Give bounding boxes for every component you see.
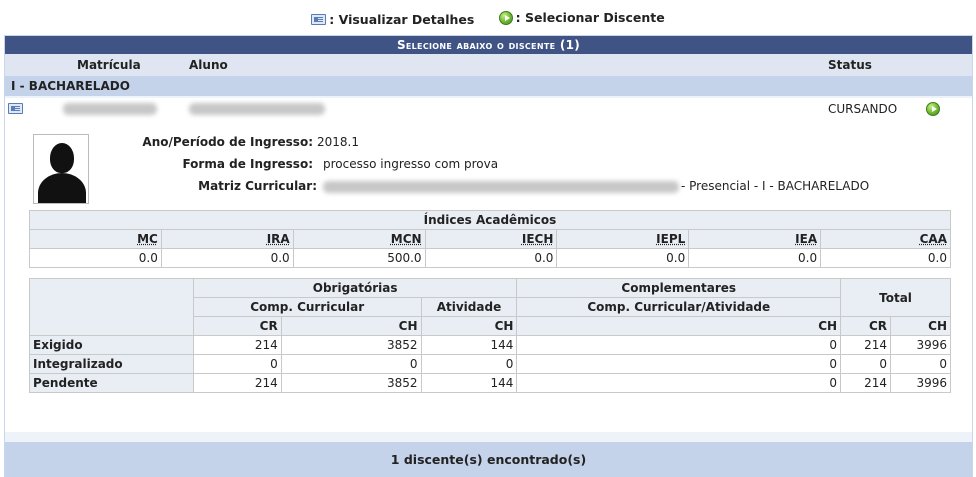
matricula-redacted xyxy=(63,103,157,115)
idx-iea: IEA xyxy=(795,232,818,246)
ch-comp-ch: CH xyxy=(516,316,842,336)
idx-iech-value: 0.0 xyxy=(424,248,558,268)
select-student-icon[interactable] xyxy=(926,102,940,116)
ch-tot-ch: CH xyxy=(890,316,951,336)
col-matricula: Matrícula xyxy=(77,58,141,72)
idx-ira: IRA xyxy=(266,232,290,246)
indices-title: Índices Acadêmicos xyxy=(29,210,951,230)
table-row: Integralizado 0 0 0 0 0 0 xyxy=(29,354,951,374)
student-photo xyxy=(33,134,89,204)
carga-horaria-table: Obrigatórias Complementares Total Comp. … xyxy=(29,278,951,393)
matriz-suffix: - Presencial - I - BACHARELADO xyxy=(681,179,870,193)
idx-caa-value: 0.0 xyxy=(820,248,951,268)
legend-details-label: : Visualizar Detalhes xyxy=(329,11,475,27)
idx-mc: MC xyxy=(137,232,158,246)
idx-iea-value: 0.0 xyxy=(688,248,822,268)
student-details: Ano/Período de Ingresso: 2018.1 Forma de… xyxy=(5,120,972,432)
view-details-icon[interactable] xyxy=(8,103,23,114)
col-aluno: Aluno xyxy=(189,58,228,72)
legend-details: : Visualizar Detalhes xyxy=(311,10,474,30)
legend-select-label: : Selecionar Discente xyxy=(515,10,665,25)
table-row: Pendente 214 3852 144 0 214 3996 xyxy=(29,373,951,393)
idx-iech: IECH xyxy=(521,232,554,246)
ingresso-value: 2018.1 xyxy=(317,135,359,149)
ch-corner xyxy=(29,278,194,336)
matriz-label: Matriz Curricular: xyxy=(198,179,317,193)
ch-cc-cr: CR xyxy=(192,316,282,336)
idx-mcn: MCN xyxy=(390,232,422,246)
matriz-redacted xyxy=(323,181,679,193)
ingresso-label: Ano/Período de Ingresso: xyxy=(142,135,313,149)
status-value: CURSANDO xyxy=(828,102,898,116)
idx-iepl-value: 0.0 xyxy=(556,248,690,268)
indices-header-row: MC IRA MCN IECH IEPL IEA CAA xyxy=(29,229,951,249)
ch-at-ch: CH xyxy=(420,316,518,336)
legend-select: : Selecionar Discente xyxy=(498,8,665,28)
ch-atividade: Atividade xyxy=(420,297,518,317)
select-arrow-icon xyxy=(498,11,513,25)
student-row: CURSANDO xyxy=(5,98,972,120)
idx-ira-value: 0.0 xyxy=(160,248,294,268)
indices-values-row: 0.0 0.0 500.0 0.0 0.0 0.0 0.0 xyxy=(29,248,951,268)
indices-table: Índices Acadêmicos MC IRA MCN IECH IEPL … xyxy=(29,210,951,268)
students-panel: Selecione abaixo o discente (1) Matrícul… xyxy=(4,35,973,477)
ch-comp-curricular: Comp. Curricular xyxy=(192,297,422,317)
id-card-icon xyxy=(311,14,327,25)
ch-cc-ch: CH xyxy=(280,316,422,336)
aluno-redacted xyxy=(189,103,325,115)
table-caption: Selecione abaixo o discente (1) xyxy=(5,36,972,54)
table-row: Exigido 214 3852 144 0 214 3996 xyxy=(29,335,951,355)
group-header: I - BACHARELADO xyxy=(5,76,972,96)
idx-mcn-value: 500.0 xyxy=(292,248,426,268)
ch-total: Total xyxy=(840,278,951,317)
caption-text: Selecione abaixo o discente (1) xyxy=(396,38,581,52)
legend-bar: : Visualizar Detalhes : Selecionar Disce… xyxy=(0,8,976,28)
idx-caa: CAA xyxy=(919,232,947,246)
ch-tot-cr: CR xyxy=(840,316,891,336)
forma-value: processo ingresso com prova xyxy=(323,157,499,171)
idx-mc-value: 0.0 xyxy=(29,248,162,268)
column-headers: Matrícula Aluno Status xyxy=(5,54,972,76)
ch-obrigatorias: Obrigatórias xyxy=(192,278,518,298)
ch-comp-curricular-atividade: Comp. Curricular/Atividade xyxy=(516,297,842,317)
idx-iepl: IEPL xyxy=(656,232,686,246)
forma-label: Forma de Ingresso: xyxy=(182,157,313,171)
ch-complementares: Complementares xyxy=(516,278,842,298)
col-status: Status xyxy=(828,58,872,72)
results-count: 1 discente(s) encontrado(s) xyxy=(5,442,972,477)
